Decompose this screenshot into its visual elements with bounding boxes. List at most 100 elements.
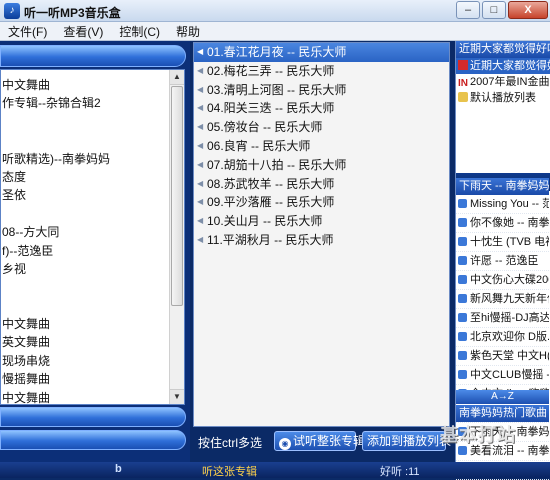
recommend-item[interactable]: 默认播放列表 xyxy=(456,90,550,106)
song-title: 08.苏武牧羊 -- 民乐大师 xyxy=(207,176,335,191)
hot-song-label: 十忱生 (TVB 电视 xyxy=(470,236,549,248)
hot-song-label: 紫色天堂 中文H( xyxy=(470,350,549,362)
song-icon xyxy=(458,332,467,341)
song-title: 10.关山月 -- 民乐大师 xyxy=(207,214,323,229)
hot-song-item[interactable]: 中文伤心大碟200 xyxy=(456,271,549,290)
artist-hot-header[interactable]: 南拳妈妈热门歌曲 xyxy=(456,405,549,422)
recommend-item-label: 默认播放列表 xyxy=(470,92,536,104)
music-box-icon: ♪ xyxy=(4,3,20,19)
title-bar: ♪ 听一听MP3音乐盒 – □ X xyxy=(0,0,550,22)
recommend-item-label: 近期大家都觉得好听 xyxy=(470,60,550,72)
speaker-icon: ◀ xyxy=(197,103,204,113)
trial-album-button[interactable]: ◉ 试听整张专辑 xyxy=(274,431,365,451)
album-list: 中文舞曲 作专辑--杂锦合辑2 听歌精选)--南拳妈妈 态度 圣依 08--方大同 f)--… xyxy=(0,69,185,405)
recommend-item[interactable]: 近期大家都觉得好听 xyxy=(456,58,550,74)
menu-file[interactable]: 文件(F) xyxy=(0,23,55,40)
song-title: 07.胡笳十八拍 -- 民乐大师 xyxy=(207,157,347,172)
recommend-list: 近期大家都觉得好听 IN2007年最IN金曲默认播放列表 xyxy=(456,58,550,173)
status-b: b xyxy=(115,463,122,475)
scroll-thumb[interactable] xyxy=(171,86,183,306)
trial-album-label: 试听整张专辑 xyxy=(293,434,366,448)
recommend-item[interactable]: IN 2007年最IN金曲 xyxy=(456,74,550,90)
category-tab-top[interactable] xyxy=(0,45,186,67)
recommend-header[interactable]: 近期大家都觉得好听 xyxy=(456,41,550,58)
song-icon xyxy=(458,275,467,284)
song-title: 11.平湖秋月 -- 民乐大师 xyxy=(207,232,334,247)
minimize-button[interactable]: – xyxy=(456,1,480,19)
hot-song-item[interactable]: 北京欢迎你 D版.( xyxy=(456,328,549,347)
menu-help[interactable]: 帮助 xyxy=(168,23,208,40)
hot-song-item[interactable]: 至hi慢摇-DJ高达 xyxy=(456,309,549,328)
album-list-item[interactable]: 中文舞曲 xyxy=(1,76,170,94)
category-tab-3[interactable] xyxy=(0,430,186,450)
album-list-item[interactable] xyxy=(1,131,170,149)
headphone-icon: ◉ xyxy=(279,438,291,450)
song-list-item[interactable]: ◀ 04.阳关三迭 -- 民乐大师 xyxy=(194,99,449,118)
scroll-up-arrow-icon[interactable]: ▲ xyxy=(170,70,184,85)
hot-song-item[interactable]: 新风舞九天新年伴 xyxy=(456,290,549,309)
song-icon xyxy=(458,370,467,379)
album-list-item[interactable]: 态度 xyxy=(1,168,170,186)
hot-song-item[interactable]: 十忱生 (TVB 电视 xyxy=(456,233,549,252)
menu-bar: 文件(F) 查看(V) 控制(C) 帮助 xyxy=(0,22,550,41)
recommend-panel: 近期大家都觉得好听 近期大家都觉得好听 IN2007年最IN金曲默认播放列表 下雨… xyxy=(455,41,550,480)
song-list-item[interactable]: ◀ 08.苏武牧羊 -- 民乐大师 xyxy=(194,175,449,194)
speaker-icon: ◀ xyxy=(197,84,204,94)
song-panel: ◀ 01.春江花月夜 -- 民乐大师 ◀ 02.梅花三弄 -- 民乐大师 ◀ 03.清明上… xyxy=(190,41,455,478)
multi-select-hint: 按住ctrl多选 xyxy=(198,436,262,450)
speaker-icon: ◀ xyxy=(197,140,204,150)
song-list-item[interactable]: ◀ 09.平沙落雁 -- 民乐大师 xyxy=(194,193,449,212)
watermark-logo: 基本打站 xyxy=(440,425,516,445)
hot-song-item[interactable]: 中文CLUB慢摇 - ( xyxy=(456,366,549,385)
sort-az-button[interactable]: A→Z xyxy=(456,390,549,404)
album-list-item[interactable]: 中文舞曲 xyxy=(1,315,170,333)
song-list-item[interactable]: ◀ 07.胡笳十八拍 -- 民乐大师 xyxy=(194,156,449,175)
hot-song-item[interactable]: 许愿 -- 范逸臣 xyxy=(456,252,549,271)
hot-song-header[interactable]: 下雨天 -- 南拳妈妈 xyxy=(456,178,549,195)
song-list-item[interactable]: ◀ 01.春江花月夜 -- 民乐大师 xyxy=(194,43,449,62)
album-list-item[interactable] xyxy=(1,113,170,131)
hot-song-label: 新风舞九天新年伴 xyxy=(470,293,549,305)
hot-song-item[interactable]: Missing You -- 范 xyxy=(456,195,549,214)
scroll-down-arrow-icon[interactable]: ▼ xyxy=(170,389,184,404)
list-icon xyxy=(458,92,468,102)
album-list-item[interactable] xyxy=(1,297,170,315)
album-list-item[interactable]: 乡视 xyxy=(1,260,170,278)
category-panel: 中文舞曲 作专辑--杂锦合辑2 听歌精选)--南拳妈妈 态度 圣依 08--方大同 f)--… xyxy=(0,41,190,478)
album-list-item[interactable]: 中文舞曲 xyxy=(1,389,170,407)
song-list-item[interactable]: ◀ 02.梅花三弄 -- 民乐大师 xyxy=(194,62,449,81)
hot-song-label: 中文CLUB慢摇 - ( xyxy=(470,369,549,381)
album-list-item[interactable]: 英文舞曲 xyxy=(1,333,170,351)
album-list-item[interactable]: 现场串烧 xyxy=(1,352,170,370)
album-list-scrollbar[interactable]: ▲ ▼ xyxy=(169,70,184,404)
maximize-button[interactable]: □ xyxy=(482,1,506,19)
song-list-item[interactable]: ◀ 06.良宵 -- 民乐大师 xyxy=(194,137,449,156)
song-list-item[interactable]: ◀ 03.清明上河图 -- 民乐大师 xyxy=(194,81,449,100)
song-icon xyxy=(458,446,467,455)
speaker-icon: ◀ xyxy=(197,234,204,244)
album-list-item[interactable]: 慢摇舞曲 xyxy=(1,370,170,388)
album-list-item[interactable]: 08--方大同 xyxy=(1,223,170,241)
menu-view[interactable]: 查看(V) xyxy=(55,23,111,40)
song-list-item[interactable]: ◀ 10.关山月 -- 民乐大师 xyxy=(194,212,449,231)
song-list-item[interactable]: ◀ 05.傍妆台 -- 民乐大师 xyxy=(194,118,449,137)
album-list-item[interactable]: 听歌精选)--南拳妈妈 xyxy=(1,150,170,168)
hot-song-item[interactable]: 你不像她 -- 南拳妈 xyxy=(456,214,549,233)
window-title: 听一听MP3音乐盒 xyxy=(24,6,121,20)
add-to-playlist-button[interactable]: 添加到播放列表 xyxy=(362,431,451,451)
song-list-item[interactable]: ◀ 11.平湖秋月 -- 民乐大师 xyxy=(194,231,449,250)
song-title: 04.阳关三迭 -- 民乐大师 xyxy=(207,101,335,116)
speaker-icon: ◀ xyxy=(197,197,204,207)
album-list-item[interactable]: 圣依 xyxy=(1,186,170,204)
hot-song-item[interactable]: 紫色天堂 中文H( xyxy=(456,347,549,366)
album-list-item[interactable]: f)--范逸臣 xyxy=(1,242,170,260)
album-list-item[interactable] xyxy=(1,278,170,296)
song-icon xyxy=(458,237,467,246)
album-list-item[interactable] xyxy=(1,205,170,223)
song-icon xyxy=(458,351,467,360)
close-button[interactable]: X xyxy=(508,1,548,19)
album-list-item[interactable]: 作专辑--杂锦合辑2 xyxy=(1,94,170,112)
menu-control[interactable]: 控制(C) xyxy=(111,23,168,40)
status-bar: b 听这张专辑 好听 :11 xyxy=(0,462,550,478)
category-tab-2[interactable] xyxy=(0,407,186,427)
